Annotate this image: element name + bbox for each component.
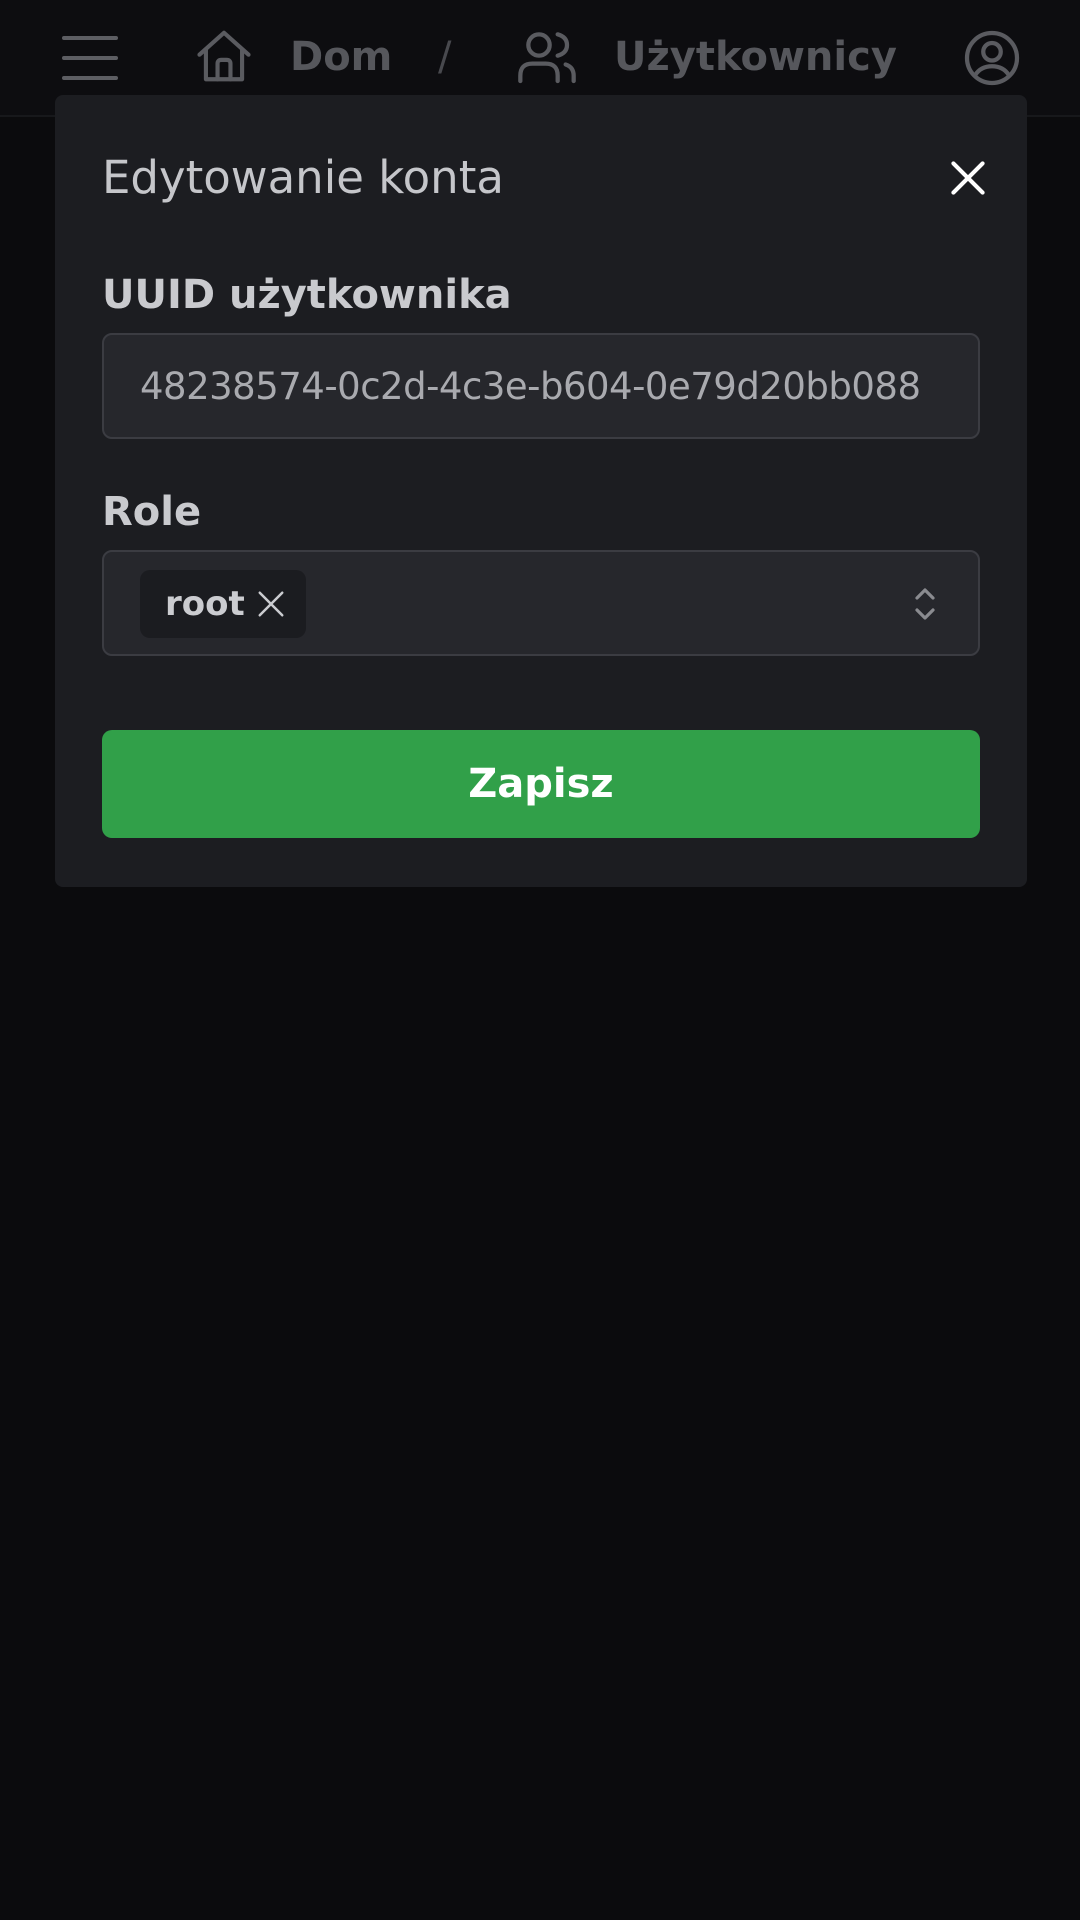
remove-role-icon[interactable] (256, 589, 286, 619)
breadcrumb-users[interactable]: Użytkownicy (614, 31, 897, 83)
users-icon (518, 32, 576, 84)
breadcrumb-separator: / (438, 34, 452, 80)
modal-title: Edytowanie konta (102, 151, 504, 204)
edit-account-modal: Edytowanie konta UUID użytkownika Role r… (55, 95, 1027, 887)
account-icon[interactable] (962, 28, 1022, 88)
menu-icon[interactable] (62, 36, 118, 80)
uuid-input[interactable] (104, 335, 978, 437)
roles-label: Role (102, 489, 202, 535)
close-icon[interactable] (943, 153, 993, 203)
uuid-label: UUID użytkownika (102, 272, 512, 318)
home-icon[interactable] (193, 25, 255, 87)
role-chip: root (140, 570, 306, 638)
breadcrumb-home[interactable]: Dom (290, 31, 392, 83)
uuid-field (102, 333, 980, 439)
role-chip-label: root (165, 584, 245, 624)
save-button[interactable]: Zapisz (102, 730, 980, 838)
roles-select[interactable]: root (102, 550, 980, 656)
select-arrows-icon[interactable] (913, 584, 937, 624)
